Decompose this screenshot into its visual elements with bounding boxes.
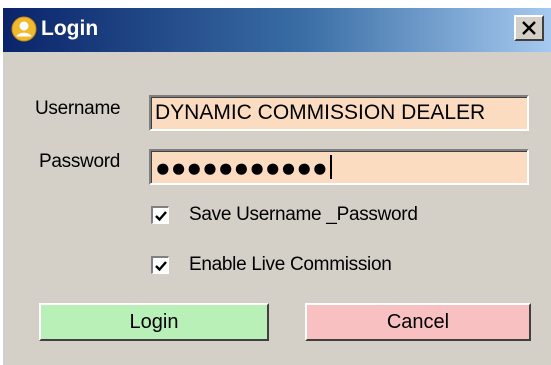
user-icon — [11, 16, 37, 42]
password-value: ●●●●●●●●●●● — [155, 152, 328, 183]
save-credentials-checkbox[interactable] — [151, 206, 169, 224]
checkmark-icon — [155, 261, 167, 272]
username-label: Username — [35, 98, 121, 119]
close-button[interactable] — [514, 15, 544, 41]
username-value: DYNAMIC COMMISSION DEALER — [155, 101, 486, 124]
checkmark-icon — [155, 211, 167, 222]
enable-live-commission-checkbox[interactable] — [151, 256, 169, 274]
username-field[interactable]: DYNAMIC COMMISSION DEALER — [149, 95, 529, 131]
enable-live-commission-label[interactable]: Enable Live Commission — [189, 254, 392, 276]
login-button[interactable]: Login — [39, 303, 269, 341]
password-field[interactable]: ●●●●●●●●●●● — [149, 149, 529, 185]
window-title: Login — [41, 17, 99, 40]
cancel-button[interactable]: Cancel — [305, 303, 531, 341]
close-icon — [522, 21, 536, 35]
password-label: Password — [39, 151, 121, 172]
text-caret — [329, 155, 332, 180]
save-credentials-label[interactable]: Save Username _Password — [189, 204, 418, 226]
title-bar[interactable]: Login — [3, 8, 551, 52]
login-dialog: Login Username DYNAMIC COMMISSION DEALER… — [2, 8, 551, 365]
